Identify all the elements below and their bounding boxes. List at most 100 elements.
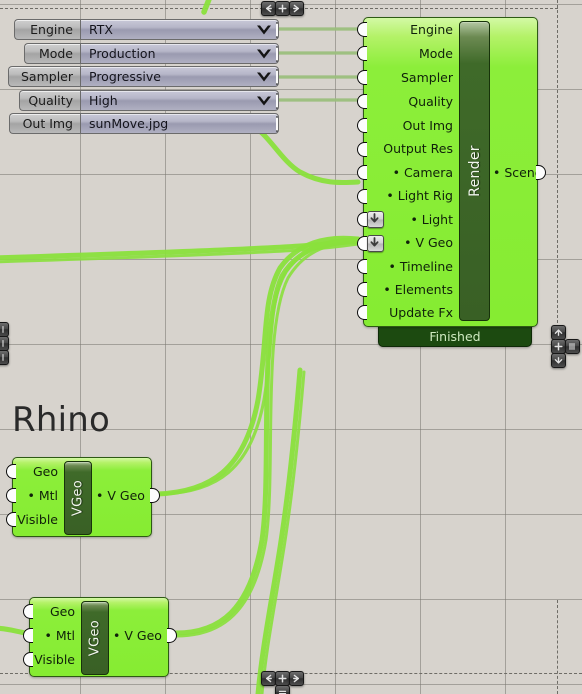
plus-icon (554, 342, 563, 351)
down-arrow-icon (370, 237, 379, 247)
arrow-left-icon (265, 4, 272, 13)
arrow-up-icon (554, 329, 563, 336)
plus-icon (278, 4, 287, 13)
grip-icon (569, 343, 575, 350)
input-label-timeline-text: Timeline (399, 259, 453, 274)
vgeo-component-1-title: VGeo (70, 479, 86, 517)
canvas-scroll-down-button[interactable] (551, 353, 566, 368)
render-component-title: Render (466, 145, 483, 197)
param-row-engine[interactable]: Engine RTX (14, 19, 279, 40)
param-row-quality[interactable]: Quality High (19, 90, 279, 111)
canvas-grip-button-right[interactable] (565, 339, 580, 354)
vgeo-component-2[interactable]: VGeo Geo • Mtl Visible • V Geo (23, 597, 177, 677)
param-label-mode: Mode (24, 43, 80, 64)
input-label-elements-text: Elements (394, 282, 453, 297)
canvas-edge-button-left-1[interactable] (0, 322, 9, 337)
vgeo-component-2-title: VGeo (87, 619, 103, 657)
vgeo-component-2-title-capsule[interactable]: VGeo (81, 601, 109, 675)
param-value-sampler[interactable]: Progressive (80, 66, 279, 87)
input-label-camera: • Camera (363, 165, 453, 180)
canvas-nav-next-button-top[interactable] (289, 1, 304, 16)
param-value-mode[interactable]: Production (80, 43, 279, 64)
vgeo-2-input-label-mtl: • Mtl (29, 628, 75, 643)
canvas-group-label-rhino: Rhino (12, 400, 110, 440)
grasshopper-canvas[interactable]: Engine RTX Mode Production Sampler Progr… (0, 0, 582, 694)
arrow-right-icon (293, 674, 300, 683)
param-output-port-out-img[interactable] (276, 116, 278, 131)
plus-icon (278, 674, 287, 683)
render-component[interactable]: Render Engine Mode Sampler Quality Out I… (357, 17, 546, 327)
input-label-out-img: Out Img (402, 118, 453, 133)
chevron-down-icon[interactable] (257, 72, 271, 81)
canvas-edge-button-left-2[interactable] (0, 336, 9, 351)
input-label-quality: Quality (408, 94, 453, 109)
bullet-icon: • (96, 488, 108, 503)
vgeo-1-input-label-visible: Visible (17, 512, 58, 527)
vgeo-1-input-label-geo: Geo (32, 464, 58, 479)
canvas-nav-prev-button-bottom[interactable] (261, 671, 276, 686)
param-value-text-engine: RTX (89, 22, 113, 37)
param-value-text-mode: Production (89, 46, 156, 61)
vgeo-1-input-label-mtl: • Mtl (12, 488, 58, 503)
input-label-v-geo-text: V Geo (415, 235, 453, 250)
canvas-nav-next-button-bottom[interactable] (289, 671, 304, 686)
grip-icon (2, 326, 4, 333)
input-label-light-rig: • Light Rig (363, 188, 453, 203)
vgeo-1-output-label-v-geo-text: V Geo (107, 488, 145, 503)
param-value-text-quality: High (89, 93, 118, 108)
bullet-icon: • (386, 188, 398, 203)
param-value-out-img[interactable]: sunMove.jpg (80, 113, 279, 134)
grip-icon (278, 690, 287, 694)
vgeo-1-output-label-v-geo: • V Geo (96, 488, 145, 503)
chevron-down-icon[interactable] (257, 25, 271, 34)
vgeo-2-input-label-geo: Geo (49, 604, 75, 619)
param-label-engine: Engine (14, 19, 80, 40)
arrow-down-icon (554, 357, 563, 364)
render-component-title-capsule[interactable]: Render (459, 21, 490, 321)
vgeo-component-1-title-capsule[interactable]: VGeo (64, 461, 92, 535)
input-label-engine: Engine (410, 22, 453, 37)
vgeo-2-output-label-v-geo-text: V Geo (124, 628, 162, 643)
vgeo-2-input-label-visible: Visible (34, 652, 75, 667)
arrow-right-icon (293, 4, 300, 13)
param-label-out-img: Out Img (9, 113, 80, 134)
param-label-quality: Quality (19, 90, 80, 111)
vgeo-component-1[interactable]: VGeo Geo • Mtl Visible • V Geo (6, 457, 160, 537)
param-value-text-out-img: sunMove.jpg (89, 116, 169, 131)
bullet-icon: • (113, 628, 125, 643)
chevron-down-icon[interactable] (257, 49, 271, 58)
down-arrow-button-v-geo[interactable] (367, 235, 384, 252)
bullet-icon: • (388, 259, 400, 274)
bullet-icon: • (383, 282, 395, 297)
arrow-left-icon (265, 674, 272, 683)
input-label-mode: Mode (418, 46, 453, 61)
param-value-quality[interactable]: High (80, 90, 279, 111)
canvas-grip-button-bottom[interactable] (275, 685, 290, 694)
bullet-icon: • (392, 165, 404, 180)
param-value-engine[interactable]: RTX (80, 19, 279, 40)
canvas-scroll-up-button[interactable] (551, 325, 566, 340)
param-label-sampler: Sampler (8, 66, 80, 87)
bullet-icon: • (404, 235, 416, 250)
canvas-nav-prev-button-top[interactable] (261, 1, 276, 16)
input-label-camera-text: Camera (403, 165, 453, 180)
input-label-update-fx: Update Fx (389, 305, 453, 320)
chevron-down-icon[interactable] (257, 96, 271, 105)
param-row-mode[interactable]: Mode Production (24, 43, 279, 64)
canvas-add-button-bottom[interactable] (275, 671, 290, 686)
canvas-edge-button-left-3[interactable] (0, 350, 9, 365)
param-row-out-img[interactable]: Out Img sunMove.jpg (9, 113, 279, 134)
param-output-port-mode[interactable] (276, 46, 278, 61)
param-output-port-engine[interactable] (276, 22, 278, 37)
param-value-text-sampler: Progressive (89, 69, 161, 84)
input-label-light-rig-text: Light Rig (397, 188, 453, 203)
bullet-icon: • (493, 165, 505, 180)
param-output-port-quality[interactable] (276, 93, 278, 108)
param-output-port-sampler[interactable] (276, 69, 278, 84)
canvas-add-button-top[interactable] (275, 1, 290, 16)
bullet-icon: • (27, 488, 39, 503)
param-row-sampler[interactable]: Sampler Progressive (8, 66, 279, 87)
input-label-light-text: Light (421, 212, 453, 227)
down-arrow-button-light[interactable] (367, 211, 384, 228)
canvas-add-button-right[interactable] (551, 339, 566, 354)
